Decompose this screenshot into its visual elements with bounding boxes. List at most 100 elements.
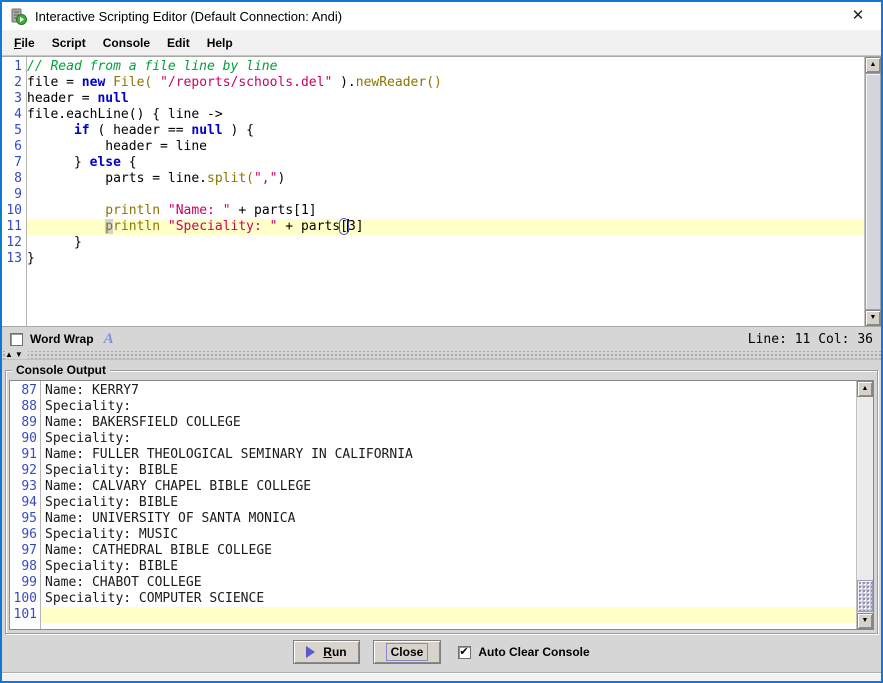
code-token: ) { <box>223 123 254 138</box>
bottom-strip <box>2 672 881 683</box>
console-line: Speciality: BIBLE <box>41 463 856 479</box>
editor-line-number: 8 <box>2 171 22 187</box>
console-line-number: 95 <box>10 511 37 527</box>
code-token: else <box>90 155 121 170</box>
close-button[interactable]: Close <box>373 640 442 664</box>
splitter-collapse-icons[interactable]: ▲▼ <box>5 350 28 359</box>
console-scrollbar-thumb[interactable] <box>857 580 873 612</box>
code-line[interactable]: println "Speciality: " + parts[3] <box>27 219 864 235</box>
console-output-group: Console Output 8788899091929394959697989… <box>5 370 878 634</box>
menu-item-edit[interactable]: Edit <box>160 32 197 54</box>
run-play-icon <box>306 646 315 658</box>
scroll-up-icon[interactable]: ▲ <box>857 381 873 397</box>
menu-item-file[interactable]: File <box>7 32 42 54</box>
console-line-number: 87 <box>10 383 37 399</box>
code-token <box>105 75 113 90</box>
code-token: if <box>74 123 90 138</box>
code-token: File( <box>113 75 152 90</box>
code-token <box>27 203 105 218</box>
editor-vertical-scrollbar[interactable]: ▲ ▼ <box>864 57 881 326</box>
console-line: Speciality: <box>41 399 856 415</box>
code-token: null <box>97 91 128 106</box>
console-line-number-gutter: 87888990919293949596979899100101 <box>10 381 41 629</box>
code-token <box>27 219 105 234</box>
console-line: Name: CALVARY CHAPEL BIBLE COLLEGE <box>41 479 856 495</box>
console-line-number: 99 <box>10 575 37 591</box>
dialog-button-bar: Run Close Auto Clear Console <box>2 634 881 670</box>
editor-line-number: 3 <box>2 91 22 107</box>
console-line: Speciality: BIBLE <box>41 495 856 511</box>
caret-position-label: Line: 11 Col: 36 <box>748 332 873 347</box>
code-line[interactable]: // Read from a file line by line <box>27 59 864 75</box>
code-token: // Read from a file line by line <box>27 59 277 74</box>
console-line-number: 96 <box>10 527 37 543</box>
code-line[interactable]: file.eachLine() { line -> <box>27 107 864 123</box>
code-token: ). <box>332 75 355 90</box>
code-token: null <box>191 123 222 138</box>
close-window-icon[interactable]: ✕ <box>843 2 873 30</box>
code-token <box>160 219 168 234</box>
split-pane-divider[interactable]: ▲▼ <box>2 351 881 360</box>
code-token <box>27 123 74 138</box>
code-line[interactable]: } <box>27 251 864 267</box>
console-line-number: 101 <box>10 607 37 623</box>
menu-item-console[interactable]: Console <box>96 32 157 54</box>
code-line[interactable]: } else { <box>27 155 864 171</box>
console-line-number: 90 <box>10 431 37 447</box>
code-line[interactable]: header = null <box>27 91 864 107</box>
code-token: header = line <box>27 139 207 154</box>
code-text-area[interactable]: // Read from a file line by linefile = n… <box>27 57 864 326</box>
auto-clear-label: Auto Clear Console <box>478 645 589 659</box>
console-line: Name: CHABOT COLLEGE <box>41 575 856 591</box>
code-line[interactable]: } <box>27 235 864 251</box>
auto-clear-console-option[interactable]: Auto Clear Console <box>458 645 589 659</box>
code-line[interactable]: header = line <box>27 139 864 155</box>
console-line: Name: KERRY7 <box>41 383 856 399</box>
code-token: "," <box>254 171 277 186</box>
auto-clear-checkbox[interactable] <box>458 646 471 659</box>
console-line-number: 91 <box>10 447 37 463</box>
font-settings-icon[interactable]: A <box>104 331 114 348</box>
scroll-down-icon[interactable]: ▼ <box>857 613 873 629</box>
editor-line-number: 2 <box>2 75 22 91</box>
console-line: Speciality: <box>41 431 856 447</box>
code-line[interactable]: if ( header == null ) { <box>27 123 864 139</box>
run-button-label: Run <box>323 645 346 659</box>
window-title: Interactive Scripting Editor (Default Co… <box>35 9 342 24</box>
scroll-up-icon[interactable]: ▲ <box>865 57 881 73</box>
editor-scrollbar-thumb[interactable] <box>865 73 881 310</box>
console-vertical-scrollbar[interactable]: ▲ ▼ <box>856 381 873 629</box>
code-token: 3] <box>348 219 364 234</box>
console-line-number: 97 <box>10 543 37 559</box>
code-line[interactable] <box>27 187 864 203</box>
menu-bar: FileScriptConsoleEditHelp <box>2 30 881 56</box>
console-line <box>41 607 856 623</box>
console-line: Name: UNIVERSITY OF SANTA MONICA <box>41 511 856 527</box>
scroll-down-icon[interactable]: ▼ <box>865 310 881 326</box>
console-line-number: 98 <box>10 559 37 575</box>
scripting-editor-window: Interactive Scripting Editor (Default Co… <box>0 0 883 683</box>
code-token: "/reports/schools.del" <box>160 75 332 90</box>
script-run-icon <box>10 8 27 25</box>
editor-line-number: 13 <box>2 251 22 267</box>
editor-line-number: 12 <box>2 235 22 251</box>
menu-item-help[interactable]: Help <box>200 32 240 54</box>
editor-line-number: 6 <box>2 139 22 155</box>
code-token <box>152 75 160 90</box>
menu-item-script[interactable]: Script <box>45 32 93 54</box>
console-line: Speciality: BIBLE <box>41 559 856 575</box>
code-token: } <box>27 251 35 266</box>
code-token: newReader() <box>356 75 442 90</box>
code-token: header = <box>27 91 97 106</box>
code-token <box>160 203 168 218</box>
code-line[interactable]: file = new File( "/reports/schools.del" … <box>27 75 864 91</box>
console-output-area: 87888990919293949596979899100101 Name: K… <box>9 380 874 630</box>
code-line[interactable]: println "Name: " + parts[1] <box>27 203 864 219</box>
editor-line-number: 9 <box>2 187 22 203</box>
word-wrap-checkbox[interactable] <box>10 333 23 346</box>
code-token: parts = line. <box>27 171 207 186</box>
code-token: split( <box>207 171 254 186</box>
code-line[interactable]: parts = line.split(",") <box>27 171 864 187</box>
run-button[interactable]: Run <box>293 640 359 664</box>
console-text-area[interactable]: Name: KERRY7Speciality:Name: BAKERSFIELD… <box>41 381 856 629</box>
